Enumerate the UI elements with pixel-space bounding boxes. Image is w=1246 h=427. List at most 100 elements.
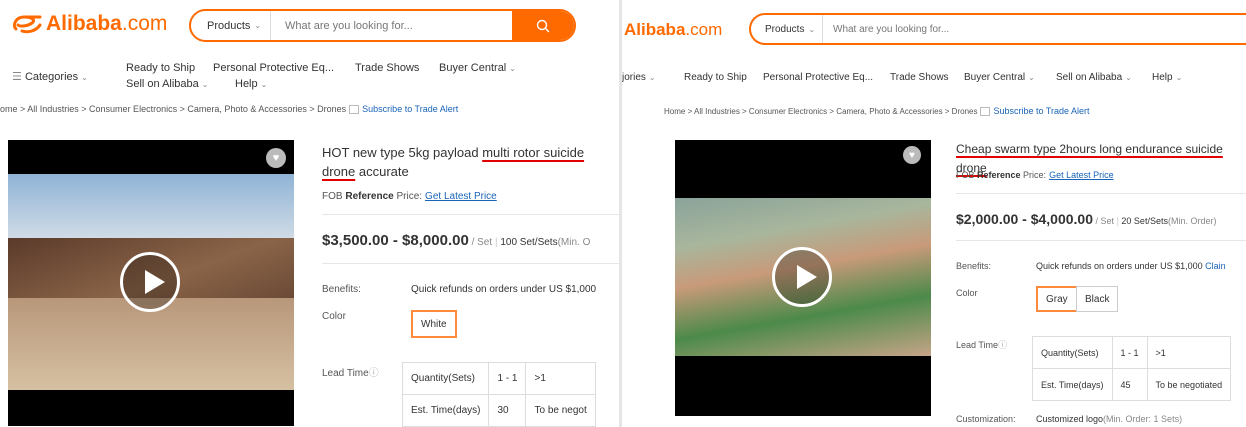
help-circle-icon[interactable]: ⓘ (369, 368, 379, 379)
search-input[interactable] (833, 15, 1133, 43)
price-range: $3,500.00 - $8,000.00 / Set | 100 Set/Se… (322, 232, 591, 249)
table-cell: 1 - 1 (488, 362, 527, 395)
fob-prefix: FOB (322, 191, 346, 202)
table-cell: >1 (1146, 336, 1232, 369)
get-latest-price-link[interactable]: Get Latest Price (425, 191, 497, 202)
nav-sell-on-alibaba[interactable]: Sell on Alibaba ⌄ (126, 78, 208, 90)
nav-ready-to-ship[interactable]: Ready to Ship (126, 62, 195, 74)
table-row: Est. Time(days) 45 To be negotiated (1032, 368, 1232, 401)
customization-label: Customization: (956, 414, 1016, 424)
price-range: $2,000.00 - $4,000.00 / Set | 20 Set/Set… (956, 211, 1217, 227)
breadcrumb-path[interactable]: Home > All Industries > Consumer Electro… (664, 107, 977, 116)
logo-brand-text: Alibaba (46, 12, 122, 35)
color-option-label: Gray (1046, 293, 1068, 305)
search-bar: Products ⌄ (189, 9, 576, 42)
color-option-black[interactable]: Black (1076, 286, 1119, 312)
table-cell: Est. Time(days) (1032, 368, 1113, 401)
search-category-dropdown[interactable]: Products ⌄ (751, 15, 823, 43)
chevron-down-icon: ⌄ (260, 80, 268, 89)
color-label: Color (956, 288, 978, 298)
nav-sell-on-alibaba-label: Sell on Alibaba (1056, 72, 1123, 83)
min-order-note: (Min. O (557, 237, 591, 248)
subscribe-trade-alert[interactable]: Subscribe to Trade Alert (980, 106, 1090, 116)
nav-sell-on-alibaba[interactable]: Sell on Alibaba ⌄ (1056, 72, 1132, 83)
nav-help[interactable]: Help ⌄ (235, 78, 267, 90)
left-screenshot-panel: Alibaba.com Products⌄ ☰ Categories⌄ Read… (0, 0, 620, 427)
lead-time-label-text: Lead Time (322, 368, 369, 379)
chevron-down-icon: ⌄ (808, 24, 816, 34)
search-icon (536, 19, 550, 32)
nav-personal-protective-equipment[interactable]: Personal Protective Eq... (763, 72, 873, 83)
chevron-down-icon: ⌄ (254, 21, 262, 30)
alibaba-logo[interactable]: Alibaba.com (624, 20, 722, 40)
min-order-quantity: 100 Set/Sets (500, 237, 558, 248)
play-icon[interactable] (772, 247, 832, 307)
divider (322, 214, 620, 215)
nav-categories[interactable]: ☰ Categories ⌄ (12, 70, 88, 83)
subscribe-trade-alert-label: Subscribe to Trade Alert (362, 104, 459, 114)
min-order-quantity: 20 Set/Sets (1121, 216, 1168, 226)
help-circle-icon[interactable]: ⓘ (998, 340, 1007, 350)
color-option-label: Black (1085, 293, 1110, 305)
chevron-down-icon: ⌄ (648, 73, 656, 82)
divider (956, 193, 1246, 194)
top-nav: ☰ Categories ⌄ Ready to Ship Personal Pro… (0, 62, 620, 98)
search-bar: Products ⌄ (749, 13, 1246, 45)
nav-buyer-central[interactable]: Buyer Central ⌄ (964, 72, 1035, 83)
chevron-down-icon: ⌄ (1125, 73, 1132, 82)
color-option-label: White (421, 318, 447, 330)
table-cell: 45 (1111, 368, 1148, 401)
nav-buyer-central-label: Buyer Central (964, 72, 1026, 83)
search-category-dropdown[interactable]: Products ⌄ (191, 11, 271, 40)
breadcrumb-path[interactable]: ome > All Industries > Consumer Electron… (0, 104, 346, 114)
benefits-label: Benefits: (322, 284, 361, 295)
table-cell: Est. Time(days) (401, 394, 490, 427)
lead-time-table: Quantity(Sets) 1 - 1 >1 Est. Time(days) … (1032, 336, 1232, 401)
nav-trade-shows[interactable]: Trade Shows (890, 72, 949, 83)
play-icon[interactable] (120, 252, 180, 312)
fob-reference-price: FOB Reference Price: Get Latest Price (956, 170, 1114, 180)
color-option-gray[interactable]: Gray (1036, 286, 1078, 312)
product-title-text: HOT new type 5kg payload (322, 145, 483, 160)
fob-suffix: Price: (1020, 170, 1047, 180)
price-amount: $2,000.00 - $4,000.00 (956, 211, 1094, 227)
nav-trade-shows[interactable]: Trade Shows (355, 62, 419, 74)
claim-link[interactable]: Clain (1205, 261, 1226, 271)
top-nav: jories ⌄ Ready to Ship Personal Protectiv… (622, 72, 1246, 86)
nav-categories[interactable]: jories ⌄ (622, 72, 656, 83)
nav-buyer-central[interactable]: Buyer Central ⌄ (439, 62, 516, 74)
nav-ready-to-ship[interactable]: Ready to Ship (684, 72, 747, 83)
video-frame-sky (8, 174, 294, 238)
subscribe-trade-alert[interactable]: Subscribe to Trade Alert (349, 104, 458, 114)
alibaba-logo-mark-icon (12, 15, 42, 34)
get-latest-price-link[interactable]: Get Latest Price (1049, 170, 1114, 180)
chevron-down-icon: ⌄ (509, 64, 516, 73)
nav-help-label: Help (1152, 72, 1173, 83)
color-option-white[interactable]: White (411, 310, 457, 338)
product-title: HOT new type 5kg payload multi rotor sui… (322, 143, 618, 181)
alibaba-logo[interactable]: Alibaba.com (10, 12, 167, 36)
customization-value: Customized logo(Min. Order: 1 Sets) (1036, 414, 1182, 424)
nav-buyer-central-label: Buyer Central (439, 62, 507, 74)
heart-icon[interactable]: ♥ (903, 146, 921, 164)
nav-help-label: Help (235, 78, 258, 90)
divider (956, 240, 1246, 241)
search-button[interactable] (512, 11, 574, 40)
lead-time-label: Lead Timeⓘ (322, 364, 379, 379)
fob-reference-label: Reference (345, 191, 394, 202)
nav-help[interactable]: Help ⌄ (1152, 72, 1182, 83)
price-unit: / Set (1095, 216, 1115, 226)
fob-reference-price: FOB Reference Price: Get Latest Price (322, 191, 497, 202)
nav-personal-protective-equipment[interactable]: Personal Protective Eq... (213, 62, 334, 74)
product-video[interactable]: ♥ (8, 140, 294, 426)
nav-sell-on-alibaba-label: Sell on Alibaba (126, 78, 199, 90)
search-input[interactable] (285, 11, 505, 40)
table-cell: 1 - 1 (1111, 336, 1148, 369)
subscribe-trade-alert-label: Subscribe to Trade Alert (993, 106, 1090, 116)
product-video[interactable]: ♥ (675, 140, 931, 416)
fob-reference-label: Reference (977, 170, 1021, 180)
site-header: Alibaba.com Products ⌄ (622, 0, 1246, 52)
heart-icon[interactable]: ♥ (266, 148, 286, 168)
lead-time-label: Lead Timeⓘ (956, 338, 1007, 351)
chevron-down-icon: ⌄ (201, 80, 209, 89)
